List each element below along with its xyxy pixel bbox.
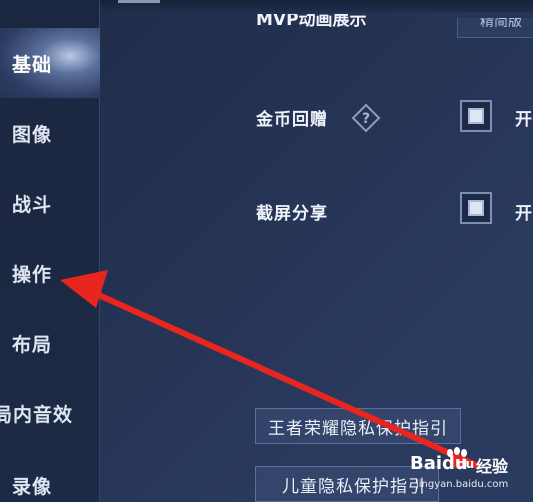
checkbox-check-mark <box>468 200 484 216</box>
coin-gift-label: 金币回赠 <box>256 110 328 130</box>
sidebar-item-label: 战斗 <box>12 193 53 216</box>
help-icon[interactable]: ? <box>351 103 381 133</box>
svg-text:?: ? <box>362 111 370 127</box>
sidebar-item-label: 局内音效 <box>0 403 74 426</box>
sidebar-item-label: 录像 <box>12 475 53 498</box>
screenshot-share-checkbox[interactable] <box>460 192 492 224</box>
coin-gift-checkbox[interactable] <box>460 100 492 132</box>
checkbox-check-mark <box>468 108 484 124</box>
watermark-brand-mark: du <box>457 457 475 471</box>
privacy-guide-button[interactable]: 王者荣耀隐私保护指引 <box>255 408 461 444</box>
sidebar-item-label: 基础 <box>12 53 53 76</box>
sidebar-item-replay[interactable]: 录像 <box>0 450 100 502</box>
mvp-animation-label: MVP动画展示 <box>256 14 367 30</box>
mvp-animation-select[interactable]: 精简版 <box>457 18 533 38</box>
sidebar-item-layout[interactable]: 布局 <box>0 308 100 378</box>
watermark-url: jingyan.baidu.com <box>416 479 509 490</box>
sidebar-item-basic[interactable]: 基础 <box>0 28 100 98</box>
sidebar-item-combat[interactable]: 战斗 <box>0 168 100 238</box>
child-privacy-guide-label: 儿童隐私保护指引 <box>282 476 426 497</box>
screenshot-share-on-label: 开 <box>515 204 532 224</box>
sidebar-item-label: 布局 <box>12 333 53 356</box>
watermark-product: 经验 <box>476 457 509 476</box>
screenshot-share-label: 截屏分享 <box>256 204 328 224</box>
sidebar-item-graphics[interactable]: 图像 <box>0 98 100 168</box>
baidu-jingyan-watermark: Baidu du 经验 jingyan.baidu.com <box>410 447 530 499</box>
coin-gift-on-label: 开 <box>515 110 532 130</box>
privacy-guide-label: 王者荣耀隐私保护指引 <box>268 418 448 439</box>
sidebar-item-controls[interactable]: 操作 <box>0 238 100 308</box>
sidebar-item-label: 操作 <box>12 263 53 286</box>
header-divider <box>118 0 160 3</box>
sidebar-item-label: 图像 <box>12 123 53 146</box>
sidebar-item-in-game-audio[interactable]: 局内音效 <box>0 378 93 448</box>
settings-sidebar: 基础 图像 战斗 操作 布局 局内音效 录像 <box>0 0 100 502</box>
